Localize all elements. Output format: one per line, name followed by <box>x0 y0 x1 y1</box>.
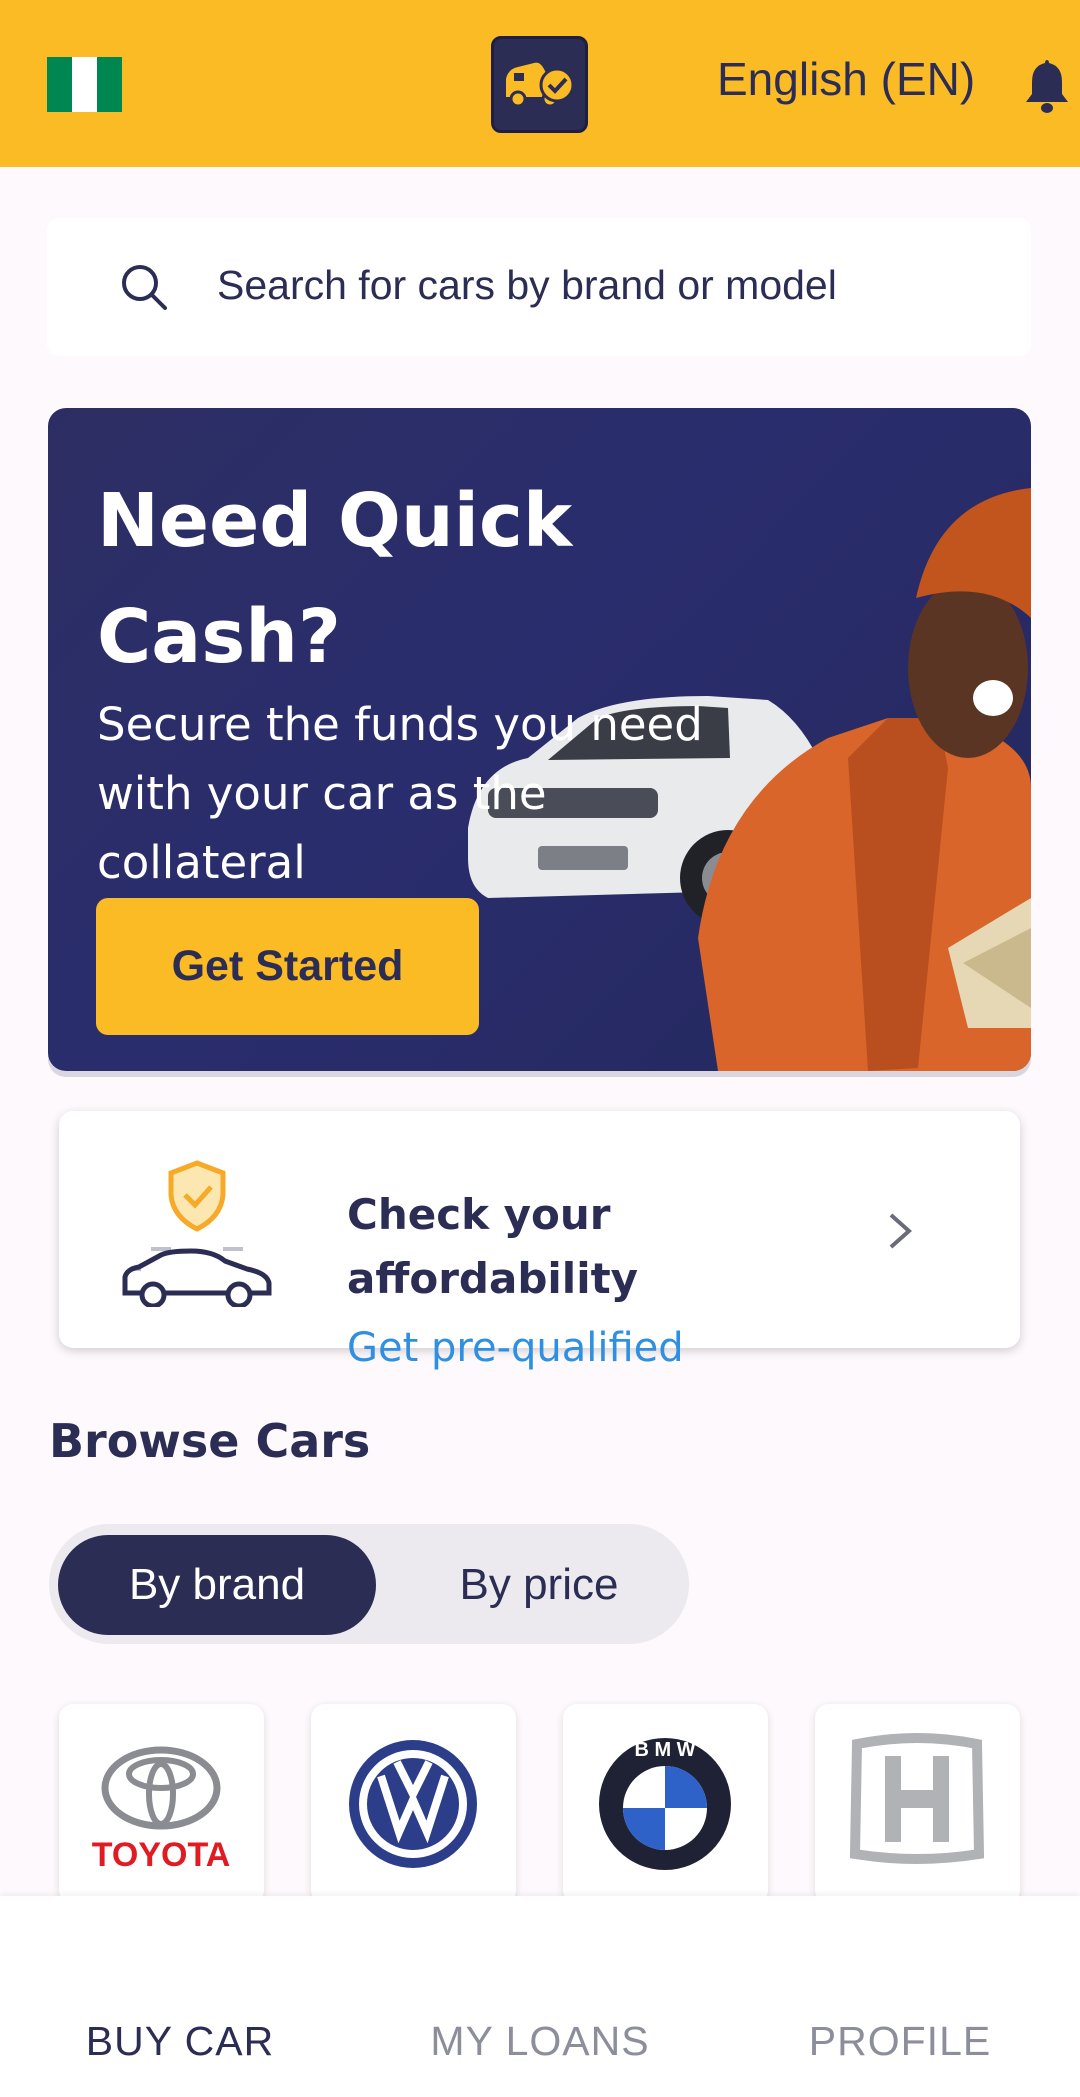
menu-icon <box>860 1926 940 2006</box>
affordability-card[interactable]: Check your affordability <box>59 1111 1020 1348</box>
bmw-logo-text: B M W <box>634 1739 695 1761</box>
search-icon <box>119 262 169 312</box>
nigeria-flag-icon[interactable] <box>47 57 122 112</box>
browse-toggle: By brand By price <box>49 1524 689 1644</box>
chevron-right-icon[interactable] <box>885 1211 915 1251</box>
brand-list: TOYOTA B M W <box>0 1704 1080 1904</box>
brand-card-toyota[interactable]: TOYOTA <box>59 1704 264 1904</box>
bell-icon[interactable] <box>1022 56 1072 114</box>
honda-logo-icon <box>849 1733 985 1864</box>
top-bar: English (EN) <box>0 0 1080 167</box>
get-started-button[interactable]: Get Started <box>96 898 479 1035</box>
tab-by-brand[interactable]: By brand <box>58 1535 376 1635</box>
banner-title: Need Quick Cash? <box>97 478 573 680</box>
affordability-title: Check your affordability <box>347 1190 639 1303</box>
car-key-icon <box>140 1926 220 2006</box>
brand-card-honda[interactable] <box>815 1704 1020 1904</box>
volkswagen-logo-icon <box>349 1740 477 1868</box>
brand-card-bmw[interactable]: B M W <box>563 1704 768 1904</box>
banner-subtitle: Secure the funds you need with your car … <box>97 698 703 889</box>
car-check-logo-icon[interactable] <box>491 36 588 133</box>
nav-buy-car[interactable]: BUY CAR <box>0 1896 360 2097</box>
car-shield-icon <box>117 1159 277 1309</box>
promo-banner[interactable]: Need Quick Cash? Secure the funds you ne… <box>48 408 1031 1071</box>
nav-buy-car-label: BUY CAR <box>85 2018 275 2064</box>
search-placeholder[interactable]: Search for cars by brand or model <box>217 262 837 309</box>
get-prequalified-link[interactable]: Get pre-qualified <box>347 1325 684 1371</box>
bmw-logo-icon: B M W <box>599 1738 731 1870</box>
bottom-navigation: BUY CAR MY LOANS PROFILE <box>0 1896 1080 2097</box>
nav-profile-label: PROFILE <box>808 2018 992 2064</box>
browse-cars-heading: Browse Cars <box>49 1414 371 1468</box>
brand-card-volkswagen[interactable] <box>311 1704 516 1904</box>
toyota-logo-icon: TOYOTA <box>92 1746 231 1874</box>
search-bar[interactable]: Search for cars by brand or model <box>47 218 1031 356</box>
nav-my-loans-label: MY LOANS <box>430 2018 650 2064</box>
nav-profile[interactable]: PROFILE <box>720 1896 1080 2097</box>
nav-my-loans[interactable]: MY LOANS <box>360 1896 720 2097</box>
language-selector[interactable]: English (EN) <box>717 52 975 106</box>
tab-by-price[interactable]: By price <box>409 1535 669 1635</box>
toyota-logo-text: TOYOTA <box>92 1836 231 1874</box>
bank-icon <box>500 1926 580 2006</box>
